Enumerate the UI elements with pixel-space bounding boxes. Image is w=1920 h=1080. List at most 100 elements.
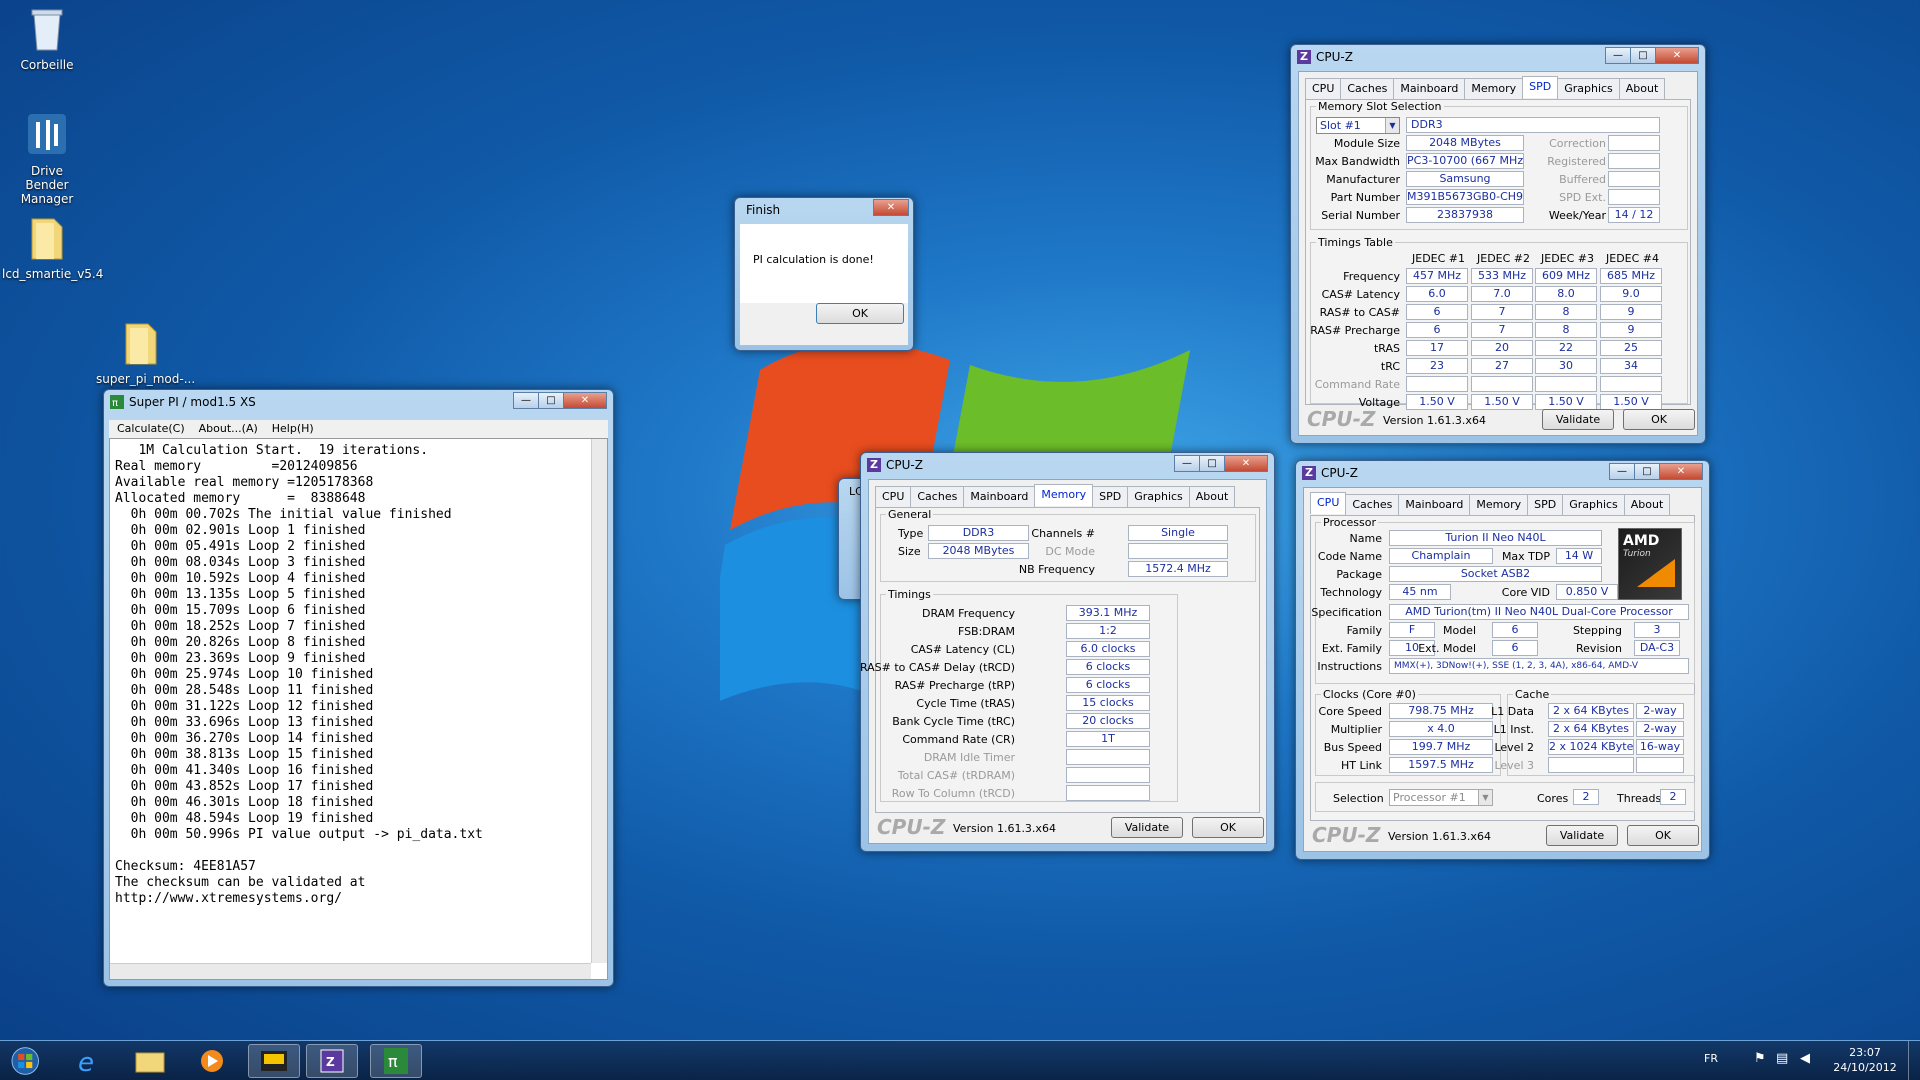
tab-caches[interactable]: Caches	[1340, 78, 1395, 100]
tab-about[interactable]: About	[1623, 494, 1671, 516]
slot-select[interactable]: Slot #1 ▼	[1316, 117, 1400, 134]
close-button[interactable]: ✕	[1659, 463, 1703, 480]
tab-spd[interactable]: SPD	[1522, 76, 1559, 98]
volume-icon[interactable]: ◀	[1800, 1051, 1810, 1066]
tab-graphics[interactable]: Graphics	[1127, 486, 1190, 508]
ok-button[interactable]: OK	[1627, 825, 1699, 846]
tab-cpu[interactable]: CPU	[1305, 78, 1342, 100]
tab-mainboard[interactable]: Mainboard	[963, 486, 1036, 508]
cpuz-taskbar-icon[interactable]: Z	[306, 1044, 358, 1078]
show-desktop-button[interactable]	[1908, 1041, 1920, 1080]
level2-label: Level 2	[1494, 741, 1534, 754]
output-line: 0h 00m 05.491s Loop 2 finished	[115, 539, 366, 554]
tab-caches[interactable]: Caches	[1345, 494, 1400, 516]
ok-button[interactable]: OK	[1192, 817, 1264, 838]
timing-cell: 9	[1600, 322, 1662, 338]
jedec-header: JEDEC #4	[1606, 252, 1660, 265]
tab-cpu[interactable]: CPU	[1310, 492, 1347, 514]
timing-row-label: RAS# Precharge	[1310, 324, 1400, 337]
superpi-window[interactable]: π Super PI / mod1.5 XS — □ ✕ Calculate(C) …	[103, 389, 614, 987]
maximize-button[interactable]: □	[1630, 47, 1656, 64]
minimize-button[interactable]: —	[513, 392, 539, 409]
file-explorer-icon[interactable]	[124, 1044, 176, 1078]
minimize-button[interactable]: —	[1605, 47, 1631, 64]
tab-about[interactable]: About	[1618, 78, 1666, 100]
cpuz-spd-window[interactable]: Z CPU-Z — □ ✕ CPU Caches Mainboard Memory S…	[1290, 44, 1706, 444]
close-button[interactable]: ✕	[1224, 455, 1268, 472]
cpuz-memory-window[interactable]: Z CPU-Z — □ ✕ CPU Caches Mainboard Memory S…	[860, 452, 1275, 852]
ok-button[interactable]: OK	[1623, 409, 1695, 430]
timing-label: DRAM Frequency	[921, 607, 1015, 620]
superpi-output-text: 1M Calculation Start. 19 iterations. Real…	[110, 439, 590, 907]
media-player-icon[interactable]	[186, 1044, 238, 1078]
family-label: Family	[1346, 624, 1382, 637]
timing-cell: 9.0	[1600, 286, 1662, 302]
minimize-button[interactable]: —	[1174, 455, 1200, 472]
start-button-icon[interactable]	[4, 1044, 50, 1078]
multiplier-label: Multiplier	[1330, 723, 1382, 736]
vertical-scrollbar[interactable]	[591, 439, 607, 963]
menu-help[interactable]: Help(H)	[272, 420, 314, 438]
network-icon[interactable]: ▤	[1776, 1051, 1788, 1066]
desktop-icon-drive-bender[interactable]: Drive Bender Manager	[2, 112, 92, 206]
desktop-icon-lcd-smartie[interactable]: lcd_smartie_v5.4	[2, 215, 103, 281]
maximize-button[interactable]: □	[1634, 463, 1660, 480]
size-label: Size	[898, 545, 921, 558]
output-line: 0h 00m 38.813s Loop 15 finished	[115, 747, 374, 762]
timing-cell	[1471, 376, 1533, 392]
validate-button[interactable]: Validate	[1546, 825, 1618, 846]
flag-icon[interactable]: ⚑	[1754, 1051, 1766, 1066]
tab-about[interactable]: About	[1188, 486, 1236, 508]
tab-caches[interactable]: Caches	[910, 486, 965, 508]
superpi-output-area[interactable]: 1M Calculation Start. 19 iterations. Real…	[109, 438, 608, 980]
cpuz-cpu-window[interactable]: Z CPU-Z — □ ✕ CPU Caches Mainboard Memory S…	[1295, 460, 1710, 860]
close-button[interactable]: ✕	[1655, 47, 1699, 64]
finish-dialog[interactable]: Finish ✕ PI calculation is done! OK	[734, 197, 914, 351]
ext-model-value: 6	[1492, 640, 1538, 656]
timing-cell: 533 MHz	[1471, 268, 1533, 284]
level2-assoc: 16-way	[1636, 739, 1684, 755]
cores-label: Cores	[1537, 792, 1569, 805]
minimize-button[interactable]: —	[1609, 463, 1635, 480]
tab-spd[interactable]: SPD	[1527, 494, 1564, 516]
maximize-button[interactable]: □	[538, 392, 564, 409]
timing-cell: 6.0	[1406, 286, 1468, 302]
timing-value	[1066, 785, 1150, 801]
clock[interactable]: 23:07 24/10/2012	[1830, 1045, 1900, 1075]
tab-memory[interactable]: Memory	[1034, 484, 1094, 506]
processor-select[interactable]: Processor #1 ▼	[1389, 789, 1493, 806]
lcd-smartie-taskbar-icon[interactable]	[248, 1044, 300, 1078]
desktop-icon-super-pi-folder[interactable]: super_pi_mod-...	[96, 320, 195, 386]
close-button[interactable]: ✕	[873, 199, 909, 216]
horizontal-scrollbar[interactable]	[110, 963, 591, 979]
tab-graphics[interactable]: Graphics	[1562, 494, 1625, 516]
internet-explorer-icon[interactable]: e	[62, 1044, 114, 1078]
spd-label: Max Bandwidth	[1315, 155, 1400, 168]
superpi-taskbar-icon[interactable]: π	[370, 1044, 422, 1078]
validate-button[interactable]: Validate	[1111, 817, 1183, 838]
finish-title: Finish	[746, 203, 781, 217]
timing-cell: 8	[1535, 304, 1597, 320]
desktop-icon-recycle-bin[interactable]: Corbeille	[2, 6, 92, 72]
threads-label: Threads	[1617, 792, 1662, 805]
tab-graphics[interactable]: Graphics	[1557, 78, 1620, 100]
tab-memory[interactable]: Memory	[1464, 78, 1524, 100]
tab-memory[interactable]: Memory	[1469, 494, 1529, 516]
menu-about[interactable]: About...(A)	[199, 420, 258, 438]
maximize-button[interactable]: □	[1199, 455, 1225, 472]
tab-mainboard[interactable]: Mainboard	[1393, 78, 1466, 100]
validate-button[interactable]: Validate	[1542, 409, 1614, 430]
name-value: Turion II Neo N40L	[1389, 530, 1602, 546]
menu-calculate[interactable]: Calculate(C)	[117, 420, 185, 438]
close-button[interactable]: ✕	[563, 392, 607, 409]
timing-label: RAS# to CAS# Delay (tRCD)	[859, 661, 1015, 674]
output-line: 0h 00m 43.852s Loop 17 finished	[115, 779, 374, 794]
output-line: Allocated memory = 8388648	[115, 491, 366, 506]
tab-spd[interactable]: SPD	[1092, 486, 1129, 508]
finish-ok-button[interactable]: OK	[816, 303, 904, 324]
codename-value: Champlain	[1389, 548, 1493, 564]
spd-value: M391B5673GB0-CH9	[1406, 189, 1524, 205]
tab-cpu[interactable]: CPU	[875, 486, 912, 508]
language-indicator[interactable]: FR	[1704, 1052, 1718, 1065]
tab-mainboard[interactable]: Mainboard	[1398, 494, 1471, 516]
